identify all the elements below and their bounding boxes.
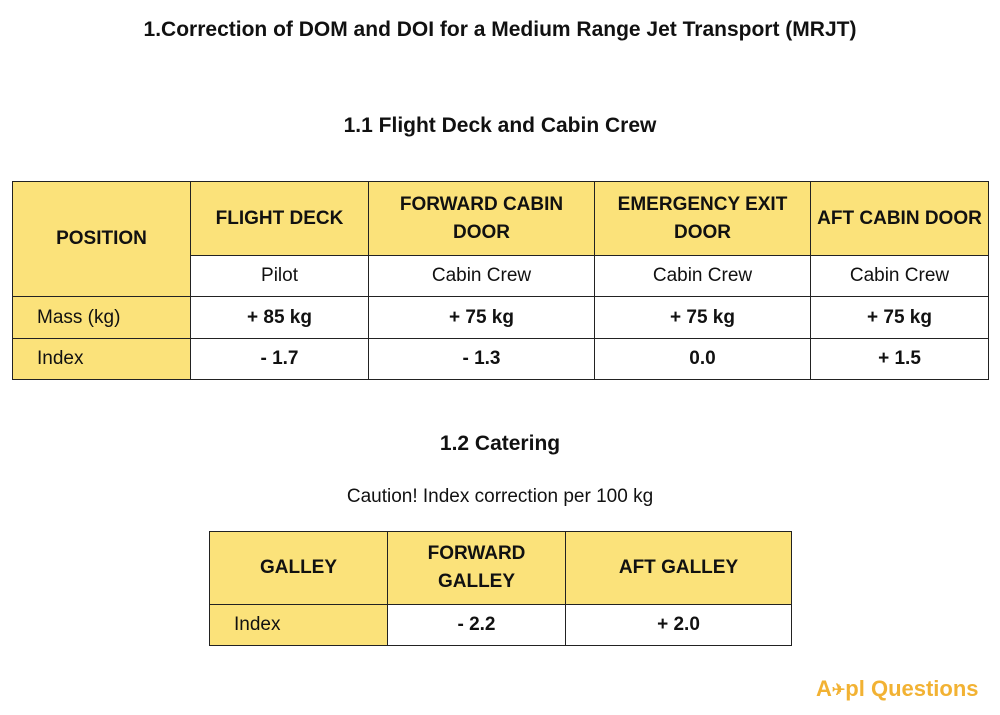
column-header-aft-cabin-door: AFT CABIN DOOR: [810, 181, 989, 256]
position-header: POSITION: [12, 181, 191, 297]
galley-index-cell: + 2.0: [565, 604, 792, 646]
column-header-emergency-exit-door: EMERGENCY EXIT DOOR: [594, 181, 811, 256]
galley-index-label: Index: [209, 604, 388, 646]
mass-cell: + 75 kg: [810, 296, 989, 339]
crew-type-cell: Cabin Crew: [810, 255, 989, 297]
column-header-forward-galley: FORWARD GALLEY: [387, 531, 566, 605]
index-cell: + 1.5: [810, 338, 989, 380]
column-header-aft-galley: AFT GALLEY: [565, 531, 792, 605]
mass-row-label: Mass (kg): [12, 296, 191, 339]
section-heading-catering: 1.2 Catering: [439, 432, 561, 455]
index-cell: - 1.3: [368, 338, 595, 380]
column-header-forward-cabin-door: FORWARD CABIN DOOR: [368, 181, 595, 256]
mass-cell: + 75 kg: [594, 296, 811, 339]
column-header-flight-deck: FLIGHT DECK: [190, 181, 369, 256]
index-cell: - 1.7: [190, 338, 369, 380]
index-row-label: Index: [12, 338, 191, 380]
section-heading-crew: 1.1 Flight Deck and Cabin Crew: [343, 114, 657, 137]
atpl-questions-logo: A✈pl Questions: [816, 676, 979, 702]
crew-correction-table: POSITION FLIGHT DECK FORWARD CABIN DOOR …: [12, 181, 989, 380]
logo-text-a: A: [816, 676, 832, 701]
page-title: 1.Correction of DOM and DOI for a Medium…: [143, 18, 857, 41]
caution-note: Caution! Index correction per 100 kg: [346, 486, 654, 507]
mass-cell: + 75 kg: [368, 296, 595, 339]
galley-header: GALLEY: [209, 531, 388, 605]
galley-index-cell: - 2.2: [387, 604, 566, 646]
mass-cell: + 85 kg: [190, 296, 369, 339]
logo-text-rest: pl Questions: [845, 676, 979, 701]
galley-correction-table: GALLEY FORWARD GALLEY AFT GALLEY Index -…: [209, 531, 792, 646]
crew-type-cell: Cabin Crew: [368, 255, 595, 297]
crew-type-cell: Pilot: [190, 255, 369, 297]
airplane-icon: ✈: [831, 682, 846, 699]
index-cell: 0.0: [594, 338, 811, 380]
crew-type-cell: Cabin Crew: [594, 255, 811, 297]
